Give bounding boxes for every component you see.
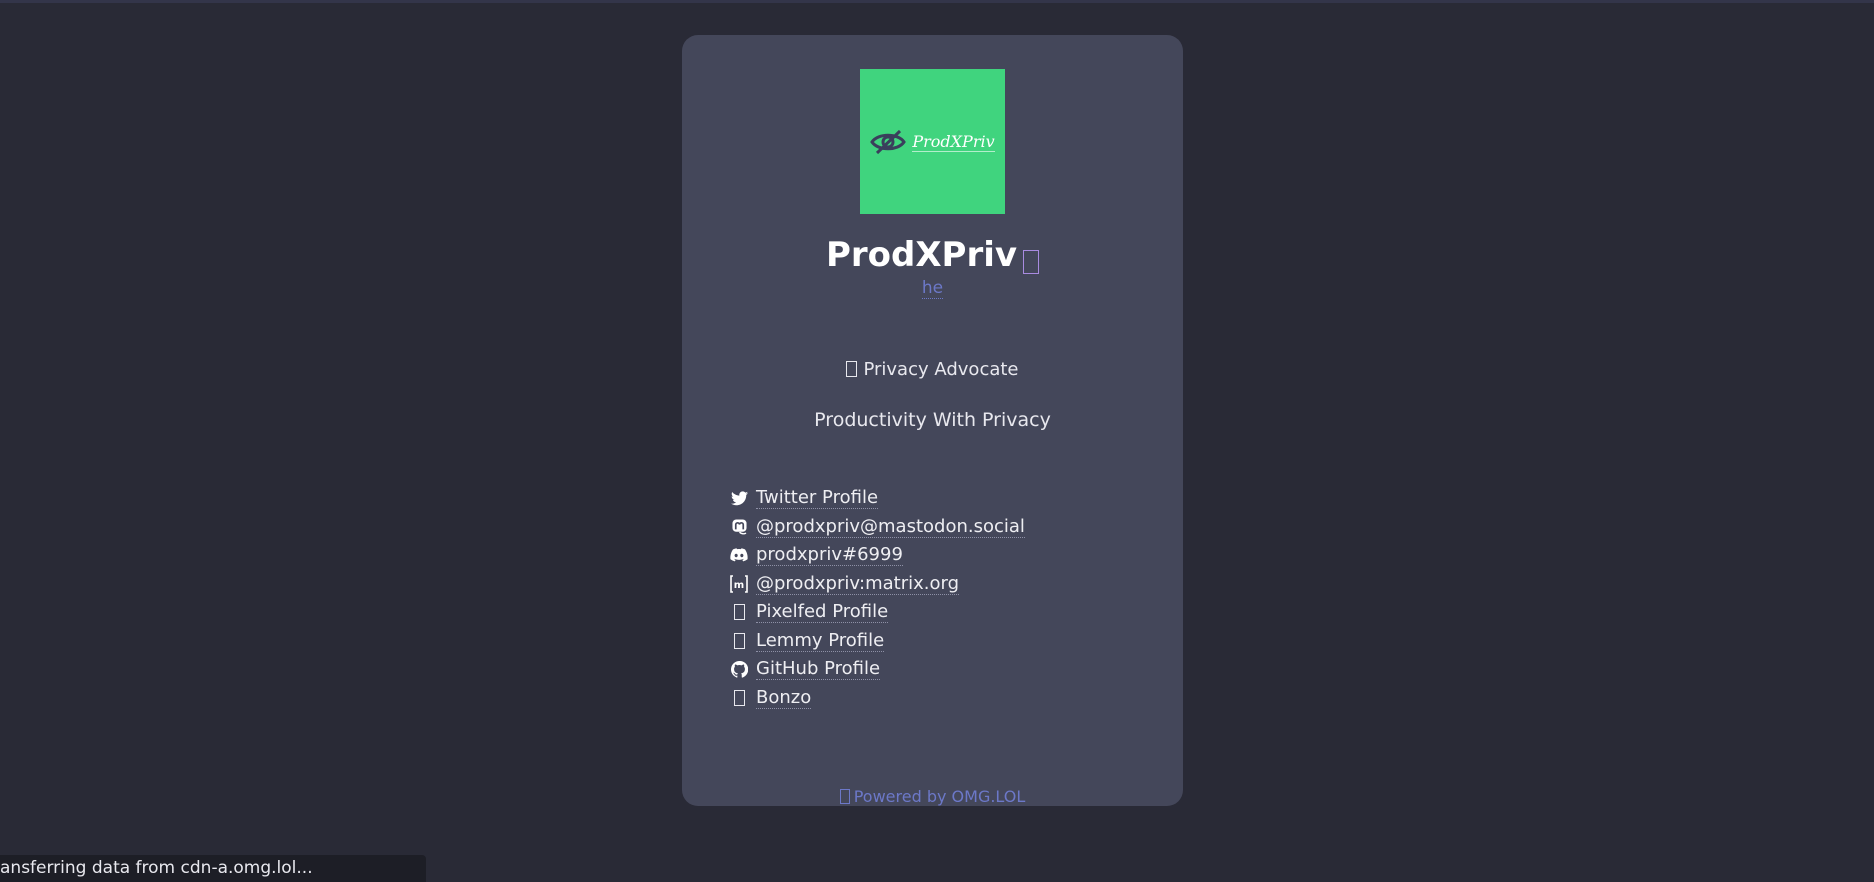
missing-glyph-icon — [730, 603, 748, 621]
link-label: @prodxpriv:matrix.org — [756, 572, 960, 595]
link-label: GitHub Profile — [756, 658, 881, 681]
link-matrix[interactable]: m @prodxpriv:matrix.org — [730, 570, 1025, 599]
occupation-row: Privacy Advocate — [682, 359, 1183, 380]
footer-label: Powered by OMG.LOL — [853, 787, 1026, 806]
pronoun-link[interactable]: he — [921, 278, 944, 299]
link-github[interactable]: GitHub Profile — [730, 655, 1025, 684]
prodxpriv-logo: ProdXPriv — [870, 128, 995, 156]
link-lemmy[interactable]: Lemmy Profile — [730, 627, 1025, 656]
discord-icon — [730, 546, 748, 564]
mastodon-icon — [730, 518, 748, 536]
link-label: Bonzo — [756, 686, 812, 709]
pronoun-row: he — [682, 278, 1183, 299]
browser-status-bar: ansferring data from cdn-a.omg.lol... — [0, 855, 426, 882]
link-discord[interactable]: prodxpriv#6999 — [730, 541, 1025, 570]
github-icon — [730, 660, 748, 678]
link-label: Twitter Profile — [756, 487, 879, 510]
missing-glyph-icon — [1023, 249, 1040, 274]
profile-avatar: ProdXPriv — [860, 69, 1005, 214]
svg-text:m: m — [734, 580, 744, 591]
profile-card: ProdXPriv ProdXPriv he Privacy Advocate … — [682, 35, 1183, 806]
profile-name: ProdXPriv — [825, 235, 1018, 275]
link-label: prodxpriv#6999 — [756, 544, 903, 567]
powered-by-footer[interactable]: Powered by OMG.LOL — [682, 787, 1183, 806]
matrix-icon: m — [730, 574, 748, 593]
link-label: Pixelfed Profile — [756, 601, 889, 624]
profile-name-row: ProdXPriv — [682, 235, 1183, 275]
missing-glyph-icon — [839, 789, 850, 804]
missing-glyph-icon — [730, 689, 748, 707]
logo-text: ProdXPriv — [912, 131, 995, 152]
window-top-border — [0, 0, 1874, 3]
eye-slash-icon — [870, 129, 907, 154]
link-label: @prodxpriv@mastodon.social — [756, 515, 1025, 538]
link-bonzo[interactable]: Bonzo — [730, 684, 1025, 713]
twitter-icon — [730, 489, 748, 507]
occupation-text: Privacy Advocate — [863, 359, 1019, 380]
link-pixelfed[interactable]: Pixelfed Profile — [730, 598, 1025, 627]
link-mastodon[interactable]: @prodxpriv@mastodon.social — [730, 513, 1025, 542]
link-twitter[interactable]: Twitter Profile — [730, 484, 1025, 513]
profile-tagline: Productivity With Privacy — [814, 409, 1051, 431]
missing-glyph-icon — [846, 361, 858, 377]
profile-links-list: Twitter Profile @prodxpriv@mastodon.soci… — [730, 484, 1025, 712]
link-label: Lemmy Profile — [756, 629, 885, 652]
missing-glyph-icon — [730, 632, 748, 650]
